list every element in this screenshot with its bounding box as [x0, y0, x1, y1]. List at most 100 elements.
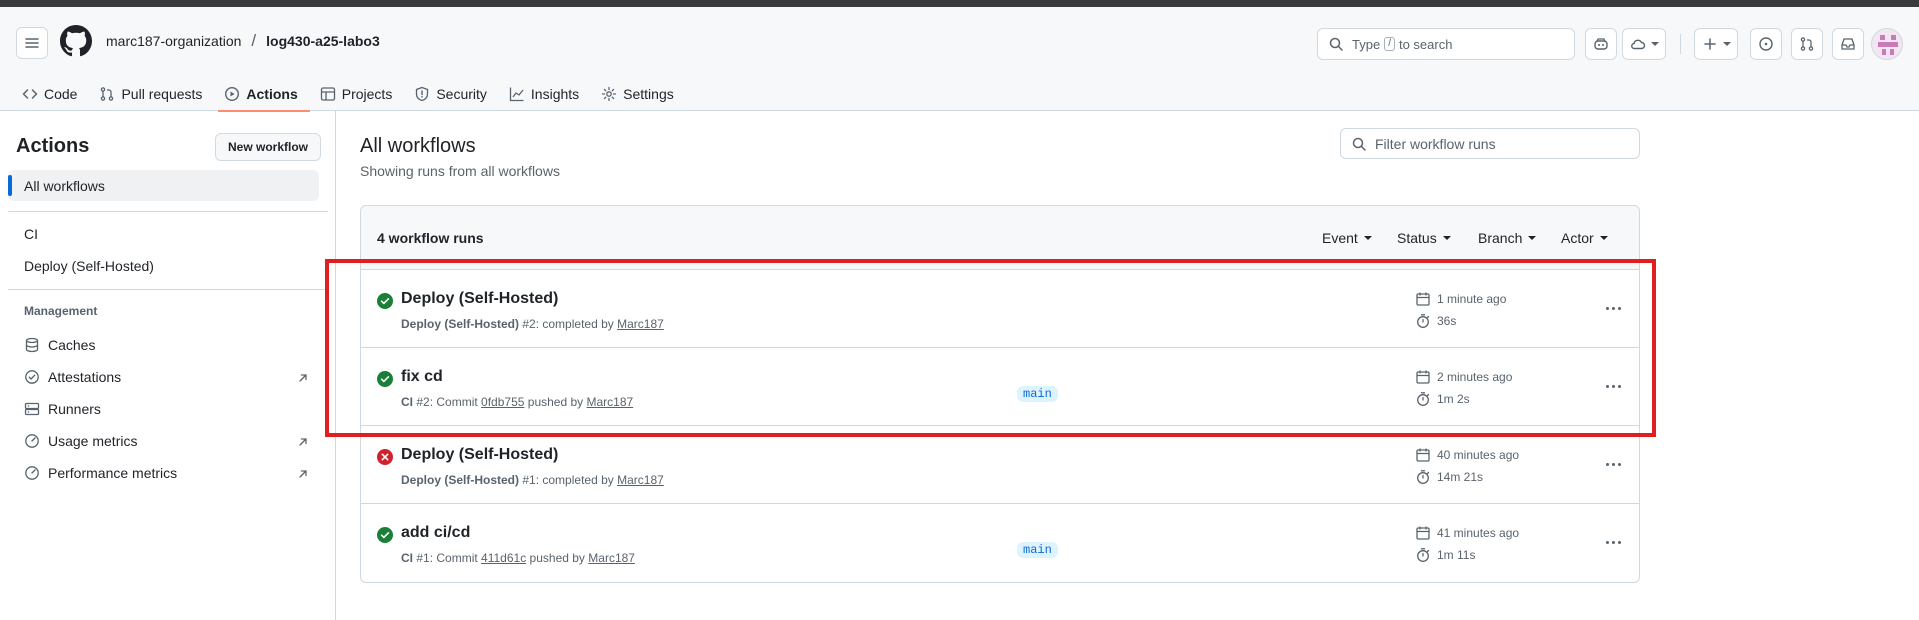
search-icon: [1329, 37, 1343, 51]
table-row[interactable]: fix cd CI #2: Commit 0fdb755 pushed by M…: [361, 348, 1639, 426]
kebab-dot: [1617, 540, 1621, 544]
tab-pull-requests[interactable]: Pull requests: [99, 77, 214, 111]
kebab-dot: [1611, 384, 1615, 388]
tab-code[interactable]: Code: [22, 77, 89, 111]
run-pushed: pushed by: [529, 551, 585, 565]
sidebar-item-performance-metrics[interactable]: Performance metrics: [24, 465, 177, 481]
status-filter-dropdown[interactable]: Status: [1397, 230, 1451, 246]
window-top-strip: [0, 0, 1919, 7]
kebab-dot: [1605, 306, 1609, 310]
tab-security[interactable]: Security: [414, 77, 499, 111]
sidebar-item-label: Runners: [48, 401, 101, 417]
check-circle-icon: [377, 293, 393, 309]
run-when: 40 minutes ago: [1437, 448, 1520, 462]
stopwatch-icon: [1417, 548, 1430, 562]
run-title-link[interactable]: Deploy (Self-Hosted): [401, 446, 558, 464]
tab-label: Pull requests: [121, 86, 203, 102]
calendar-icon: [1416, 448, 1430, 462]
pull-requests-button[interactable]: [1791, 28, 1823, 60]
search-icon: [1352, 137, 1366, 151]
sidebar-item-ci[interactable]: CI: [24, 226, 38, 242]
global-search-input[interactable]: Type / to search: [1317, 28, 1575, 60]
run-title-link[interactable]: Deploy (Self-Hosted): [401, 290, 558, 308]
sidebar-item-deploy-self-hosted[interactable]: Deploy (Self-Hosted): [24, 258, 154, 274]
run-actor-link[interactable]: Marc187: [587, 395, 634, 409]
create-new-button[interactable]: [1694, 28, 1738, 60]
run-options-button[interactable]: [1598, 450, 1628, 478]
inbox-icon: [1841, 38, 1855, 50]
tab-label: Settings: [623, 86, 674, 102]
tab-actions[interactable]: Actions: [218, 77, 311, 112]
event-filter-dropdown[interactable]: Event: [1322, 230, 1372, 246]
inbox-button[interactable]: [1832, 28, 1864, 60]
issue-opened-icon: [1759, 37, 1773, 51]
tab-insights[interactable]: Insights: [509, 77, 591, 111]
run-duration-value: 1m 2s: [1437, 392, 1470, 406]
calendar-icon: [1416, 370, 1430, 384]
run-actor-link[interactable]: Marc187: [617, 473, 664, 487]
kebab-dot: [1617, 306, 1621, 310]
run-duration: 1m 11s: [1415, 547, 1475, 563]
tab-label: Actions: [246, 86, 298, 102]
run-meta: Deploy (Self-Hosted) #1: completed by Ma…: [401, 473, 664, 487]
sidebar-item-all-workflows[interactable]: All workflows: [8, 170, 319, 201]
run-timestamp: 40 minutes ago: [1415, 447, 1519, 463]
filter-label: Branch: [1478, 230, 1523, 246]
filter-workflow-runs-input[interactable]: Filter workflow runs: [1340, 128, 1640, 159]
sidebar-item-caches[interactable]: Caches: [24, 337, 95, 353]
database-icon: [25, 337, 39, 353]
runs-list-header: 4 workflow runs Event Status Branch Acto…: [361, 206, 1639, 270]
run-title-link[interactable]: add ci/cd: [401, 524, 470, 542]
run-actor-link[interactable]: Marc187: [617, 317, 664, 331]
run-number: #2: [416, 395, 430, 409]
breadcrumb-org-link[interactable]: marc187-organization: [106, 33, 241, 49]
sidebar-item-runners[interactable]: Runners: [24, 401, 101, 417]
stopwatch-icon: [1417, 314, 1430, 328]
kebab-dot: [1605, 384, 1609, 388]
run-actor-link[interactable]: Marc187: [588, 551, 635, 565]
table-row[interactable]: Deploy (Self-Hosted) Deploy (Self-Hosted…: [361, 426, 1639, 504]
filter-label: Event: [1322, 230, 1358, 246]
run-title-link[interactable]: fix cd: [401, 368, 443, 386]
tab-settings[interactable]: Settings: [601, 77, 686, 111]
shield-icon: [416, 86, 429, 102]
run-duration-value: 1m 11s: [1437, 548, 1476, 562]
sidebar-item-label: Caches: [48, 337, 96, 353]
management-heading: Management: [24, 304, 98, 318]
kebab-dot: [1611, 462, 1615, 466]
codespaces-dropdown-button[interactable]: [1622, 28, 1666, 60]
run-workflow-name: Deploy (Self-Hosted): [401, 317, 520, 331]
branch-label[interactable]: main: [1017, 542, 1058, 558]
search-prefix: Type: [1352, 36, 1381, 52]
gear-icon: [602, 86, 617, 102]
graph-icon: [509, 87, 524, 102]
tab-label: Projects: [341, 86, 393, 102]
run-options-button[interactable]: [1598, 294, 1628, 322]
sidebar-title: Actions: [16, 135, 90, 157]
avatar-identicon: [1878, 35, 1898, 55]
run-commit-link[interactable]: 0fdb755: [481, 395, 524, 409]
breadcrumb-repo-link[interactable]: log430-a25-labo3: [266, 33, 380, 49]
table-row[interactable]: add ci/cd CI #1: Commit 411d61c pushed b…: [361, 504, 1639, 582]
menu-button[interactable]: [16, 27, 48, 59]
user-avatar[interactable]: [1871, 28, 1903, 60]
actor-filter-dropdown[interactable]: Actor: [1561, 230, 1608, 246]
new-workflow-button[interactable]: New workflow: [215, 133, 322, 161]
run-meta: Deploy (Self-Hosted) #2: completed by Ma…: [401, 317, 664, 331]
branch-filter-dropdown[interactable]: Branch: [1478, 230, 1537, 246]
table-row[interactable]: Deploy (Self-Hosted) Deploy (Self-Hosted…: [361, 270, 1639, 348]
run-options-button[interactable]: [1598, 528, 1628, 556]
run-options-button[interactable]: [1598, 372, 1628, 400]
github-logo-icon[interactable]: [60, 25, 92, 57]
kebab-dot: [1605, 540, 1609, 544]
sidebar-item-usage-metrics[interactable]: Usage metrics: [24, 433, 137, 449]
run-commit-link[interactable]: 411d61c: [481, 551, 526, 565]
branch-label[interactable]: main: [1017, 386, 1058, 402]
tab-projects[interactable]: Projects: [320, 77, 405, 111]
search-shortcut-key: /: [1384, 37, 1395, 51]
run-workflow-name: Deploy (Self-Hosted): [401, 473, 520, 487]
issues-button[interactable]: [1750, 28, 1782, 60]
copilot-button[interactable]: [1585, 28, 1617, 60]
repo-nav-tabs: Code Pull requests Actions Projects Secu…: [22, 77, 696, 112]
sidebar-item-attestations[interactable]: Attestations: [24, 369, 121, 385]
